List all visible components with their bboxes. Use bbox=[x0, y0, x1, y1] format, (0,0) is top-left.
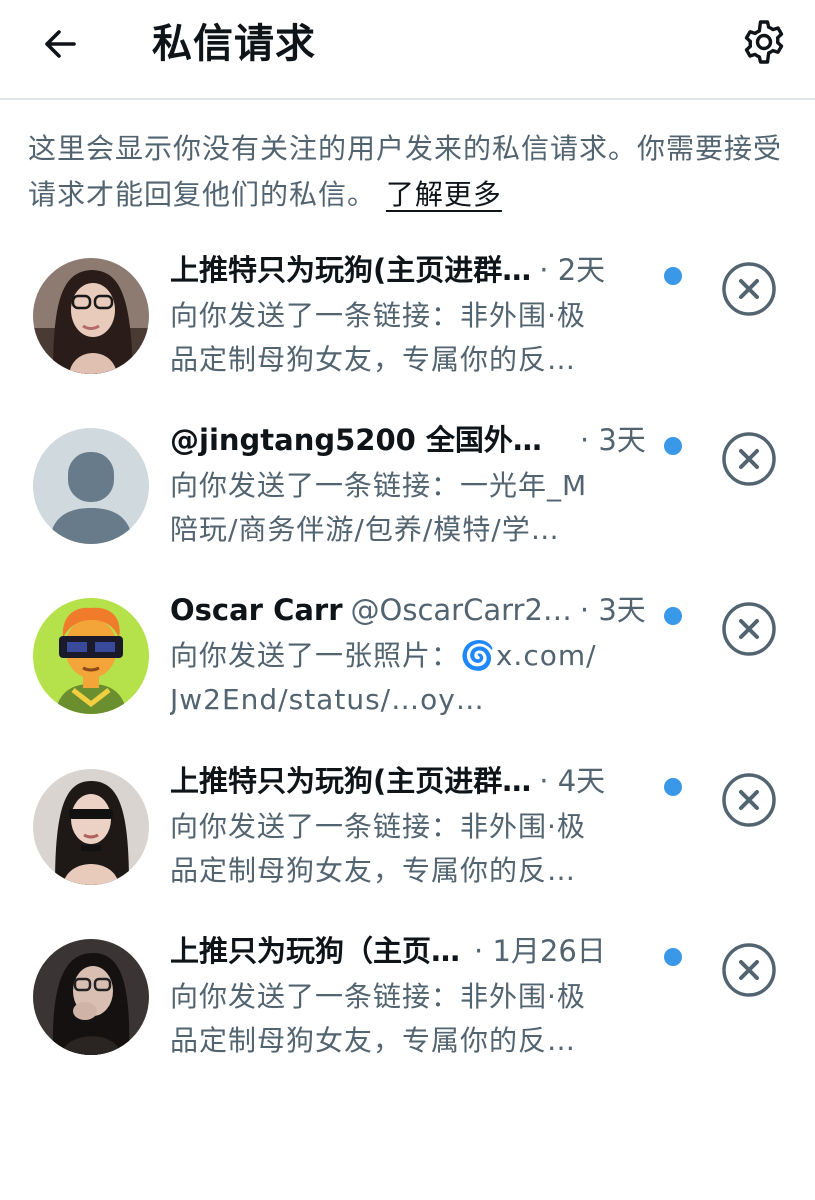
sender-handle: @OscarCarr2… bbox=[350, 593, 572, 627]
message-preview: 向你发送了一条链接：非外围·极 品定制母狗女友，专属你的反… bbox=[170, 975, 640, 1063]
timestamp: · 2天 bbox=[539, 253, 606, 287]
top-bar: 私信请求 bbox=[0, 0, 815, 100]
message-line: 向你发送了一条链接：非外围·极 bbox=[170, 299, 586, 332]
message-line: Jw2End/status/…oy… bbox=[170, 683, 485, 716]
request-item[interactable]: 上推只为玩狗（主页… · 1月26日 向你发送了一条链接：非外围·极 品定制母狗… bbox=[0, 934, 815, 1099]
unread-dot bbox=[664, 437, 682, 455]
sender-name: 上推特只为玩狗(主页进群… bbox=[170, 764, 532, 798]
back-button[interactable] bbox=[36, 22, 84, 70]
unread-dot bbox=[664, 778, 682, 796]
unread-dot bbox=[664, 607, 682, 625]
close-circle-icon bbox=[721, 262, 777, 321]
avatar[interactable] bbox=[33, 939, 149, 1055]
message-line: 向你发送了一条链接：一光年_M bbox=[170, 469, 588, 502]
dismiss-button[interactable] bbox=[721, 261, 777, 317]
request-item[interactable]: Oscar Carr @OscarCarr2… · 3天 向你发送了一张照片：🌀… bbox=[0, 593, 815, 758]
timestamp: · 1月26日 bbox=[474, 934, 606, 968]
intro-text: 这里会显示你没有关注的用户发来的私信请求。你需要接受请求才能回复他们的私信。 了… bbox=[28, 126, 788, 218]
settings-button[interactable] bbox=[738, 18, 790, 70]
timestamp: · 4天 bbox=[539, 764, 606, 798]
sender-name: 上推特只为玩狗(主页进群… bbox=[170, 253, 532, 287]
avatar[interactable] bbox=[33, 598, 149, 714]
close-circle-icon bbox=[721, 602, 777, 661]
avatar[interactable] bbox=[33, 769, 149, 885]
learn-more-link[interactable]: 了解更多 bbox=[386, 178, 502, 211]
page-title: 私信请求 bbox=[152, 21, 316, 67]
message-line: 向你发送了一条链接：非外围·极 bbox=[170, 980, 586, 1013]
timestamp: · 3天 bbox=[579, 423, 646, 457]
message-line: 向你发送了一张照片：🌀x.com/ bbox=[170, 639, 597, 672]
timestamp: · 3天 bbox=[579, 593, 646, 627]
message-line: 向你发送了一条链接：非外围·极 bbox=[170, 810, 586, 843]
dismiss-button[interactable] bbox=[721, 942, 777, 998]
dismiss-button[interactable] bbox=[721, 601, 777, 657]
arrow-left-icon bbox=[40, 24, 80, 68]
sender-name: @jingtang5200 全国外… bbox=[170, 423, 542, 457]
message-preview: 向你发送了一条链接：非外围·极 品定制母狗女友，专属你的反… bbox=[170, 294, 640, 382]
message-preview: 向你发送了一条链接：一光年_M 陪玩/商务伴游/包养/模特/学… bbox=[170, 464, 640, 552]
message-preview: 向你发送了一张照片：🌀x.com/ Jw2End/status/…oy… bbox=[170, 634, 640, 722]
request-item[interactable]: @jingtang5200 全国外… · 3天 向你发送了一条链接：一光年_M … bbox=[0, 423, 815, 588]
close-circle-icon bbox=[721, 943, 777, 1002]
avatar[interactable] bbox=[33, 258, 149, 374]
avatar[interactable] bbox=[33, 428, 149, 544]
close-circle-icon bbox=[721, 432, 777, 491]
sender-row: @jingtang5200 全国外… · 3天 bbox=[170, 418, 690, 462]
close-circle-icon bbox=[721, 773, 777, 832]
request-item[interactable]: 上推特只为玩狗(主页进群… · 4天 向你发送了一条链接：非外围·极 品定制母狗… bbox=[0, 764, 815, 929]
request-item[interactable]: 上推特只为玩狗(主页进群… · 2天 向你发送了一条链接：非外围·极 品定制母狗… bbox=[0, 253, 815, 418]
gear-icon bbox=[740, 18, 788, 70]
message-preview: 向你发送了一条链接：非外围·极 品定制母狗女友，专属你的反… bbox=[170, 805, 640, 893]
unread-dot bbox=[664, 948, 682, 966]
sender-row: 上推特只为玩狗(主页进群… · 4天 bbox=[170, 759, 690, 803]
message-line: 品定制母狗女友，专属你的反… bbox=[170, 1024, 577, 1057]
dismiss-button[interactable] bbox=[721, 772, 777, 828]
sender-row: Oscar Carr @OscarCarr2… · 3天 bbox=[170, 588, 690, 632]
message-line: 陪玩/商务伴游/包养/模特/学… bbox=[170, 513, 560, 546]
message-line: 品定制母狗女友，专属你的反… bbox=[170, 854, 577, 887]
dismiss-button[interactable] bbox=[721, 431, 777, 487]
sender-name: Oscar Carr bbox=[170, 593, 343, 627]
sender-row: 上推特只为玩狗(主页进群… · 2天 bbox=[170, 248, 690, 292]
sender-name: 上推只为玩狗（主页… bbox=[170, 934, 461, 968]
message-line: 品定制母狗女友，专属你的反… bbox=[170, 343, 577, 376]
sender-row: 上推只为玩狗（主页… · 1月26日 bbox=[170, 929, 690, 973]
unread-dot bbox=[664, 267, 682, 285]
